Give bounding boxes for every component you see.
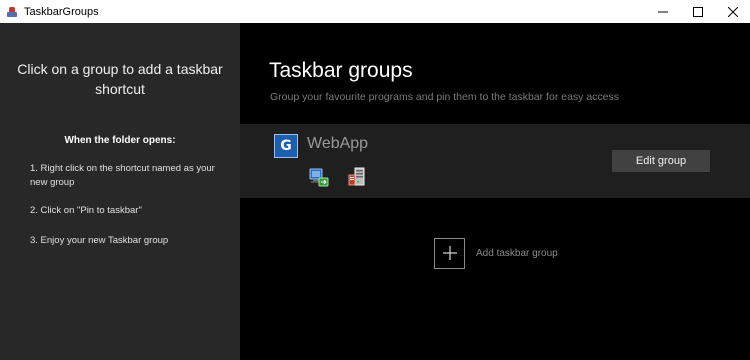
group-name: WebApp	[307, 135, 369, 152]
window-controls	[645, 0, 750, 23]
add-taskbar-group-button[interactable]: Add taskbar group	[434, 237, 558, 269]
server-tower-icon	[348, 167, 365, 186]
minimize-button[interactable]	[645, 0, 680, 23]
instruction-step-3: 3. Enjoy your new Taskbar group	[30, 235, 169, 246]
page-title: Taskbar groups	[269, 59, 413, 82]
main-panel: Taskbar groups Group your favourite prog…	[240, 23, 750, 360]
sidebar-title: Click on a group to add a taskbar shortc…	[17, 61, 223, 97]
close-button[interactable]	[715, 0, 750, 23]
instruction-step-2: 2. Click on "Pin to taskbar"	[30, 205, 142, 216]
instruction-step-1: 1. Right click on the shortcut named as …	[30, 163, 215, 188]
window-title: TaskbarGroups	[24, 5, 99, 18]
maximize-icon	[692, 6, 703, 17]
instructions-heading: When the folder opens:	[64, 135, 176, 146]
close-icon	[727, 6, 738, 17]
edit-group-button[interactable]: Edit group	[612, 150, 710, 172]
group-row-webapp[interactable]: G WebApp Edit group	[240, 124, 750, 198]
add-taskbar-group-label: Add taskbar group	[476, 247, 558, 259]
maximize-button[interactable]	[680, 0, 715, 23]
title-bar: TaskbarGroups	[0, 0, 750, 23]
webapp-g-icon: G	[274, 134, 298, 158]
minimize-icon	[657, 11, 668, 12]
app-icon	[6, 6, 18, 18]
add-icon	[434, 237, 465, 269]
sidebar: Click on a group to add a taskbar shortc…	[0, 23, 240, 360]
plus-icon	[442, 246, 457, 260]
page-subtitle: Group your favourite programs and pin th…	[270, 91, 620, 103]
network-computer-icon	[309, 168, 329, 187]
